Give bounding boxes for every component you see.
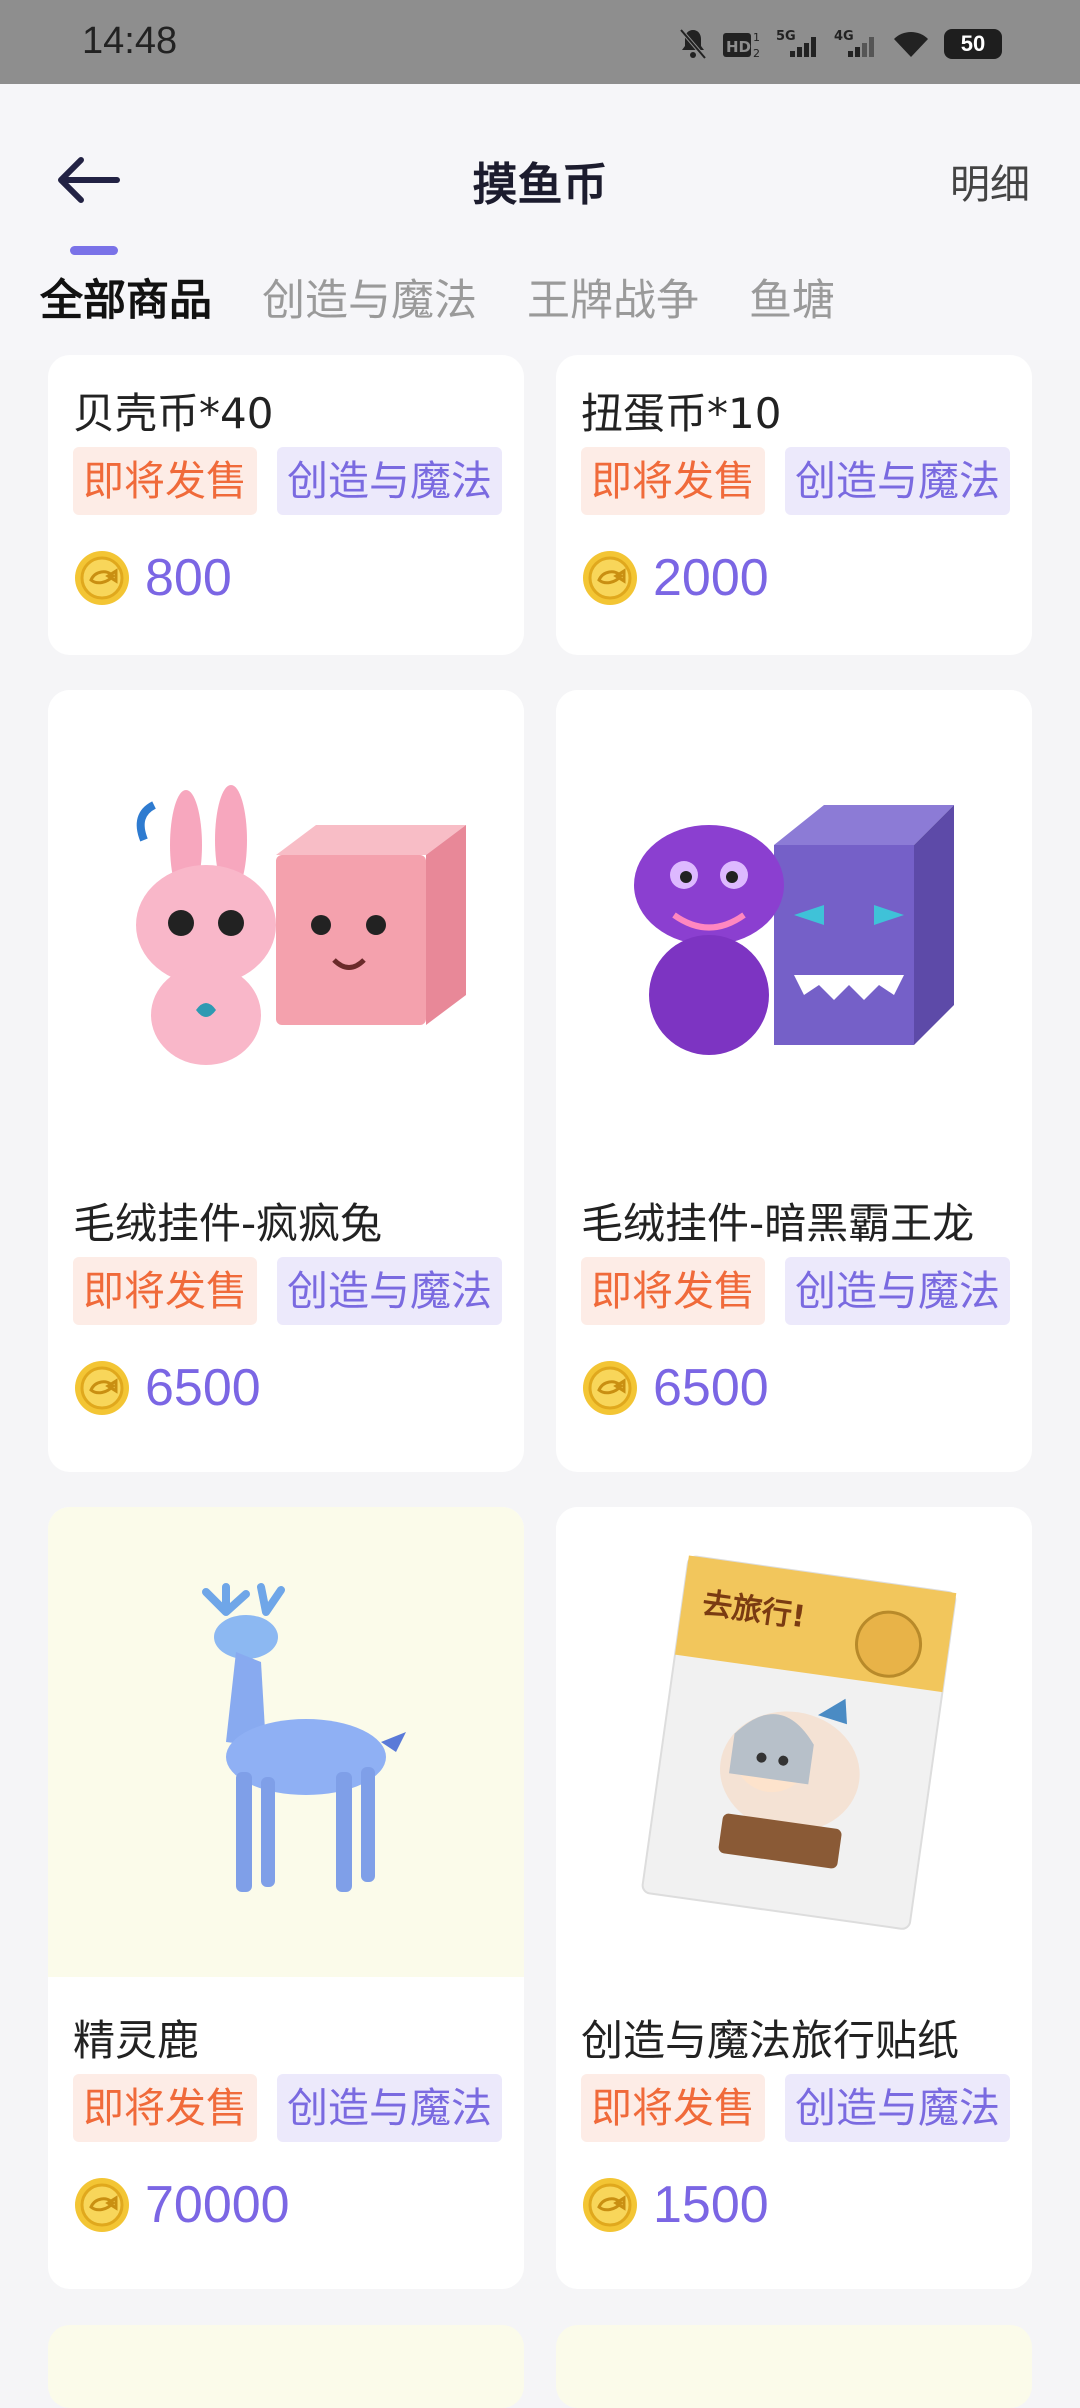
svg-text:4G: 4G [834,29,854,44]
price-value: 6500 [145,1359,261,1417]
svg-text:2: 2 [753,47,760,60]
price-value: 70000 [145,2176,290,2234]
sticker-pack-image: 去旅行! [641,1555,957,1930]
product-card[interactable]: 毛绒挂件-暗黑霸王龙 即将发售 创造与魔法 6500 [556,690,1032,1472]
bunny-plush-image [136,785,466,1065]
category-tag: 创造与魔法 [785,1257,1010,1325]
product-name: 创造与魔法旅行贴纸 [581,2016,960,2065]
price: 800 [73,548,232,608]
price: 6500 [581,1358,769,1418]
mute-bell-icon [679,28,707,60]
status-time: 14:48 [82,20,178,62]
wifi-icon [894,31,928,57]
category-tag: 创造与魔法 [785,447,1010,515]
product-card[interactable]: 毛绒挂件-疯疯兔 即将发售 创造与魔法 6500 [48,690,524,1472]
header: 摸鱼币 明细 全部商品 创造与魔法 王牌战争 鱼塘 [0,84,1080,360]
product-card[interactable]: 精灵鹿 即将发售 创造与魔法 70000 [48,1507,524,2289]
product-name: 毛绒挂件-疯疯兔 [73,1199,383,1248]
product-name: 精灵鹿 [73,2016,200,2065]
price: 2000 [581,548,769,608]
product-card[interactable]: 贝壳币*40 即将发售 创造与魔法 800 [48,355,524,655]
sale-status-tag: 即将发售 [73,2074,257,2142]
coin-icon [75,551,129,605]
sale-status-tag: 即将发售 [581,2074,765,2142]
price: 6500 [73,1358,261,1418]
product-image: 去旅行! [556,1507,1032,1977]
page-title: 摸鱼币 [472,158,608,211]
coin-icon [583,551,637,605]
status-bar: 14:48 HD 1 2 5G 4G 50 [0,0,1080,84]
detail-link[interactable]: 明细 [950,152,1030,210]
category-tag: 创造与魔法 [277,2074,502,2142]
tab-bar: 全部商品 创造与魔法 王牌战争 鱼塘 [40,266,835,338]
spirit-deer-image [202,1583,406,1892]
product-card[interactable]: 去旅行! 创造与魔法旅行贴纸 即将发售 创造与魔法 1500 [556,1507,1032,2289]
svg-text:1: 1 [753,31,760,44]
price: 1500 [581,2175,769,2235]
sale-status-tag: 即将发售 [73,1257,257,1325]
coin-icon [583,2178,637,2232]
product-image [48,690,524,1160]
product-image [556,690,1032,1160]
category-tag: 创造与魔法 [277,1257,502,1325]
product-name: 贝壳币*40 [73,389,274,438]
coin-icon [75,1361,129,1415]
product-name: 毛绒挂件-暗黑霸王龙 [581,1199,975,1248]
price: 70000 [73,2175,290,2235]
price-value: 2000 [653,549,769,607]
sale-status-tag: 即将发售 [73,447,257,515]
sale-status-tag: 即将发售 [581,1257,765,1325]
sale-status-tag: 即将发售 [581,447,765,515]
dino-plush-image [634,805,954,1055]
battery-indicator: 50 [944,29,1002,59]
svg-text:5G: 5G [776,29,796,44]
price-value: 800 [145,549,232,607]
tab-create-magic[interactable]: 创造与魔法 [262,266,477,338]
tab-all-products[interactable]: 全部商品 [40,266,212,338]
signal-5g-icon: 5G [776,29,816,57]
active-tab-indicator [70,246,118,255]
signal-4g-icon: 4G [834,29,874,57]
hd-icon: HD 1 2 [723,31,760,60]
tab-ace-war[interactable]: 王牌战争 [527,266,699,338]
coin-icon [75,2178,129,2232]
product-image [48,1507,524,1977]
category-tag: 创造与魔法 [277,447,502,515]
category-tag: 创造与魔法 [785,2074,1010,2142]
product-card[interactable]: 扭蛋币*10 即将发售 创造与魔法 2000 [556,355,1032,655]
tab-fish-pond[interactable]: 鱼塘 [749,266,835,338]
coin-icon [583,1361,637,1415]
price-value: 6500 [653,1359,769,1417]
status-icons: HD 1 2 5G 4G 50 [678,24,1002,64]
product-card[interactable] [48,2325,524,2408]
price-value: 1500 [653,2176,769,2234]
svg-text:HD: HD [726,38,751,56]
product-name: 扭蛋币*10 [581,389,782,438]
product-card[interactable] [556,2325,1032,2408]
